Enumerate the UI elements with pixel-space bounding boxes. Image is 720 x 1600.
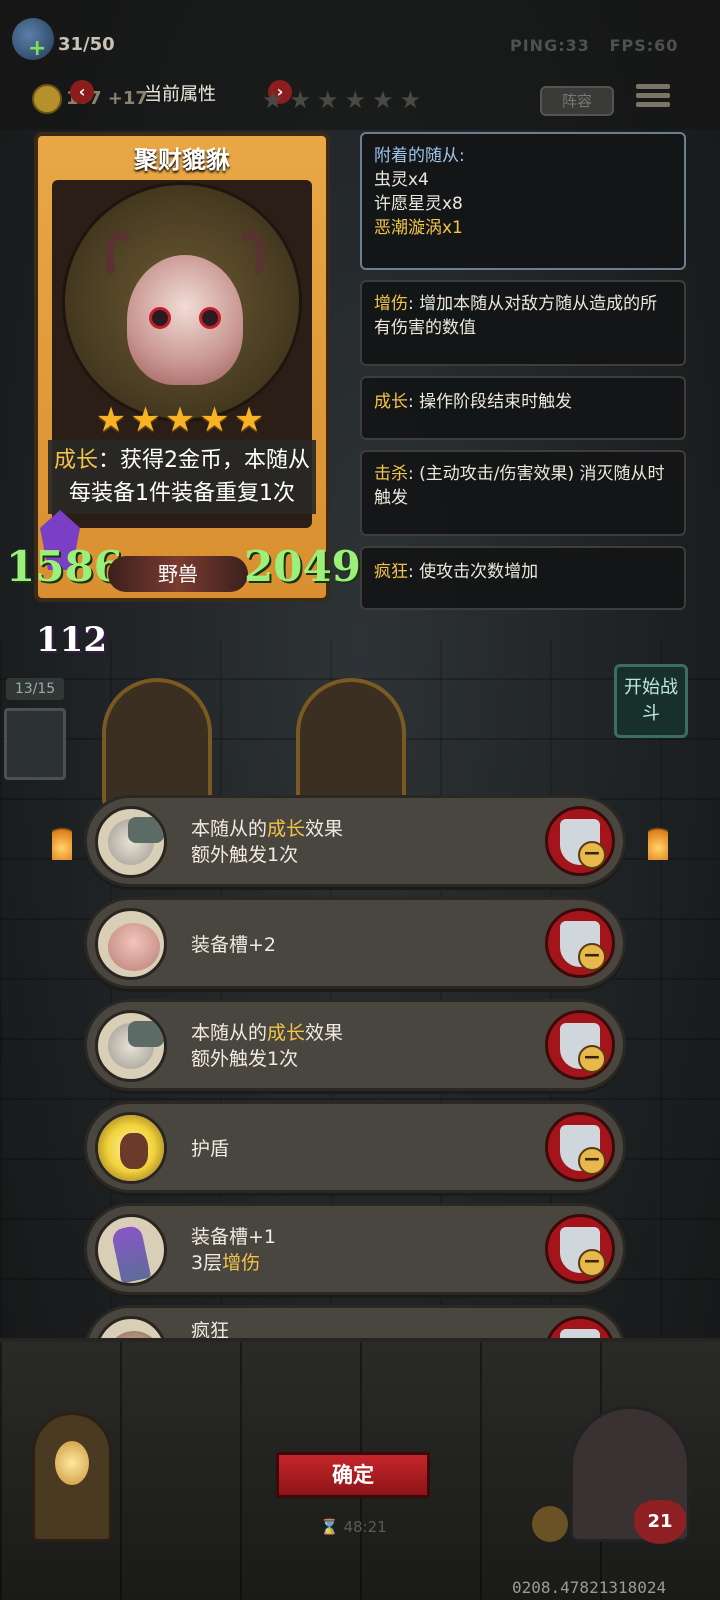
attached-item: 许愿星灵x8 <box>374 194 463 214</box>
minus-icon: − <box>578 1045 606 1073</box>
attached-item: 恶潮漩涡x1 <box>374 218 463 238</box>
gauntlet-clock-icon <box>95 806 167 878</box>
equipment-row[interactable]: 疯狂 − <box>84 1305 626 1340</box>
desc-text: ：获得2金币，本随从每装备1件装备重复1次 <box>69 448 311 506</box>
prev-attr-button[interactable]: ‹ <box>70 80 94 104</box>
equipment-row[interactable]: 本随从的成长效果 额外触发1次 − <box>84 795 626 887</box>
keyword-panel-growth: 成长: 操作阶段结束时触发 <box>360 376 686 440</box>
desc-keyword: 成长 <box>54 448 99 473</box>
menu-icon[interactable] <box>636 80 670 114</box>
unequip-button[interactable]: − <box>545 908 615 978</box>
board-minion[interactable] <box>296 678 406 808</box>
creature-eye-right <box>199 307 221 329</box>
star-rating: ★★★★★ <box>95 400 269 440</box>
lightbulb-icon[interactable] <box>32 1412 112 1542</box>
attr-panel-title: 当前属性 <box>144 84 216 105</box>
minion-name: 聚财貔貅 <box>134 146 230 174</box>
bonus-stat: 112 <box>36 620 107 660</box>
unequip-button[interactable]: − <box>545 1214 615 1284</box>
lives-heart: 21 <box>634 1500 686 1544</box>
minus-icon: − <box>578 841 606 869</box>
equipment-list[interactable]: 本随从的成长效果 额外触发1次 − 装备槽+2 − 本随从的成长效果 额外触发1… <box>84 795 626 1340</box>
population-icon[interactable] <box>12 18 54 61</box>
unequip-button[interactable]: − <box>545 1316 615 1340</box>
golden-shield-icon <box>95 1112 167 1184</box>
lineup-button[interactable]: 阵容 <box>540 86 614 116</box>
bell-icon[interactable] <box>532 1506 568 1542</box>
tribe-badge: 野兽 <box>108 556 248 592</box>
attack-stat: 1586 <box>6 542 123 591</box>
keyword-panel-frenzy: 疯狂: 使攻击次数增加 <box>360 546 686 610</box>
board-slot-count: 13/15 <box>6 678 64 700</box>
gauntlet-clock-icon <box>95 1010 167 1082</box>
ping-fps: PING:33 FPS:60 <box>510 36 679 55</box>
equipment-row[interactable]: 装备槽+2 − <box>84 897 626 989</box>
equipment-row[interactable]: 装备槽+1 3层增伤 − <box>84 1203 626 1295</box>
horn-left <box>105 231 135 281</box>
minion-portrait <box>62 182 302 422</box>
equipment-desc: 本随从的成长效果 额外触发1次 <box>191 1022 344 1070</box>
purple-glove-icon <box>95 1214 167 1286</box>
attached-title: 附着的随从: <box>374 146 465 166</box>
equipment-desc: 本随从的成长效果 额外触发1次 <box>191 818 344 866</box>
minus-icon: − <box>578 1147 606 1175</box>
rage-icon <box>95 1316 167 1340</box>
population-count: 31/50 <box>58 34 115 55</box>
equipment-desc: 护盾 <box>191 1138 230 1160</box>
hero-portrait[interactable] <box>4 708 66 780</box>
unequip-button[interactable]: − <box>545 1112 615 1182</box>
equipment-desc: 装备槽+1 3层增伤 <box>191 1226 277 1274</box>
unequip-button[interactable]: − <box>545 806 615 876</box>
unequip-button[interactable]: − <box>545 1010 615 1080</box>
equipment-row[interactable]: 护盾 − <box>84 1101 626 1193</box>
gold-coin-icon <box>32 84 62 114</box>
build-id: 0208.47821318024 <box>512 1578 667 1597</box>
keyword-panel-kill: 击杀: (主动攻击/伤害效果) 消灭随从时触发 <box>360 450 686 536</box>
horn-right <box>235 231 265 281</box>
minus-icon: − <box>578 943 606 971</box>
minion-description: 成长：获得2金币，本随从每装备1件装备重复1次 <box>48 440 316 514</box>
equipment-desc: 装备槽+2 <box>191 934 277 956</box>
creature-eye-left <box>149 307 171 329</box>
turn-timer: ⌛ 48:21 <box>320 1518 387 1536</box>
creature-body <box>127 255 243 385</box>
equipment-desc: 疯狂 <box>191 1320 230 1340</box>
keyword-panel-damage: 增伤: 增加本随从对敌方随从造成的所有伤害的数值 <box>360 280 686 366</box>
confirm-button[interactable]: 确定 <box>276 1452 430 1498</box>
minus-icon: − <box>578 1249 606 1277</box>
attached-minions-panel: 附着的随从: 虫灵x4 许愿星灵x8 恶潮漩涡x1 <box>360 132 686 270</box>
start-battle-button[interactable]: 开始战斗 <box>614 664 688 738</box>
tavern-stars: ★★★★★★ <box>262 86 428 114</box>
equipment-row[interactable]: 本随从的成长效果 额外触发1次 − <box>84 999 626 1091</box>
attached-item: 虫灵x4 <box>374 170 429 190</box>
health-stat: 2049 <box>244 542 361 591</box>
board-minion[interactable] <box>102 678 212 808</box>
torch-right <box>648 820 668 860</box>
pig-icon <box>95 908 167 980</box>
torch-left <box>52 820 72 860</box>
